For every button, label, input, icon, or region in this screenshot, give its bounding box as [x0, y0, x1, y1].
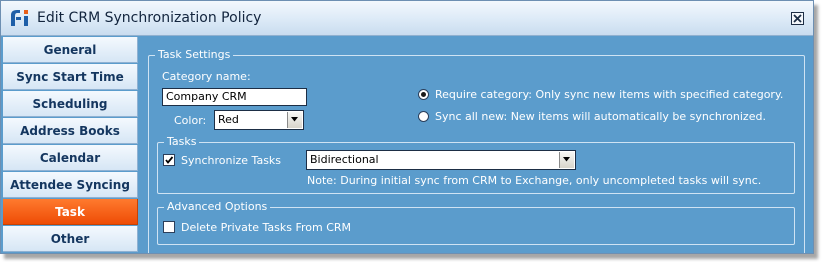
color-select[interactable]: Red: [214, 110, 304, 130]
sidebar-item-task[interactable]: Task: [3, 199, 138, 225]
sidebar-item-other[interactable]: Other: [3, 226, 138, 252]
color-label: Color:: [174, 114, 207, 127]
task-settings-panel: Task Settings Category name: Company CRM…: [141, 37, 813, 253]
category-name-input[interactable]: Company CRM: [162, 88, 307, 106]
sync-direction-select[interactable]: Bidirectional: [306, 150, 576, 170]
dialog-window: Edit CRM Synchronization Policy General …: [0, 0, 814, 254]
synchronize-tasks-checkbox[interactable]: [163, 154, 175, 166]
chevron-down-icon: [563, 157, 570, 162]
radio-selected-dot: [421, 92, 426, 97]
sidebar-item-sync-start-time[interactable]: Sync Start Time: [3, 64, 138, 90]
close-button[interactable]: [791, 12, 804, 25]
sidebar-item-calendar[interactable]: Calendar: [3, 145, 138, 171]
category-name-label: Category name:: [162, 70, 251, 83]
require-category-radio[interactable]: [418, 89, 429, 100]
sync-all-new-label: Sync all new: New items will automatical…: [435, 110, 766, 123]
sidebar-nav: General Sync Start Time Scheduling Addre…: [3, 37, 139, 253]
sidebar-item-scheduling[interactable]: Scheduling: [3, 91, 138, 117]
color-dropdown-button[interactable]: [287, 112, 302, 128]
color-select-value: Red: [218, 113, 239, 126]
require-category-label: Require category: Only sync new items wi…: [435, 88, 784, 101]
close-icon: [793, 14, 802, 23]
window-title: Edit CRM Synchronization Policy: [37, 10, 262, 26]
sidebar-item-general[interactable]: General: [3, 37, 138, 63]
tasks-legend: Tasks: [164, 134, 200, 150]
sync-all-new-radio[interactable]: [418, 111, 429, 122]
app-logo-icon: [11, 10, 28, 26]
sidebar-item-attendee-syncing[interactable]: Attendee Syncing: [3, 172, 138, 198]
tasks-group: Tasks Synchronize Tasks Bidirectional No…: [157, 134, 795, 194]
chevron-down-icon: [291, 117, 298, 122]
advanced-options-legend: Advanced Options: [164, 199, 271, 215]
advanced-options-group: Advanced Options Delete Private Tasks Fr…: [157, 199, 795, 245]
checkmark-icon: [165, 156, 174, 164]
task-settings-legend: Task Settings: [155, 47, 234, 63]
delete-private-tasks-checkbox[interactable]: [163, 221, 175, 233]
task-settings-group: Task Settings Category name: Company CRM…: [148, 47, 805, 253]
sync-direction-dropdown-button[interactable]: [559, 152, 574, 168]
tasks-note: Note: During initial sync from CRM to Ex…: [307, 174, 762, 187]
sidebar-item-address-books[interactable]: Address Books: [3, 118, 138, 144]
title-bar[interactable]: Edit CRM Synchronization Policy: [1, 1, 813, 36]
delete-private-tasks-label: Delete Private Tasks From CRM: [181, 221, 352, 234]
sync-direction-value: Bidirectional: [310, 153, 379, 166]
synchronize-tasks-label: Synchronize Tasks: [181, 154, 282, 167]
